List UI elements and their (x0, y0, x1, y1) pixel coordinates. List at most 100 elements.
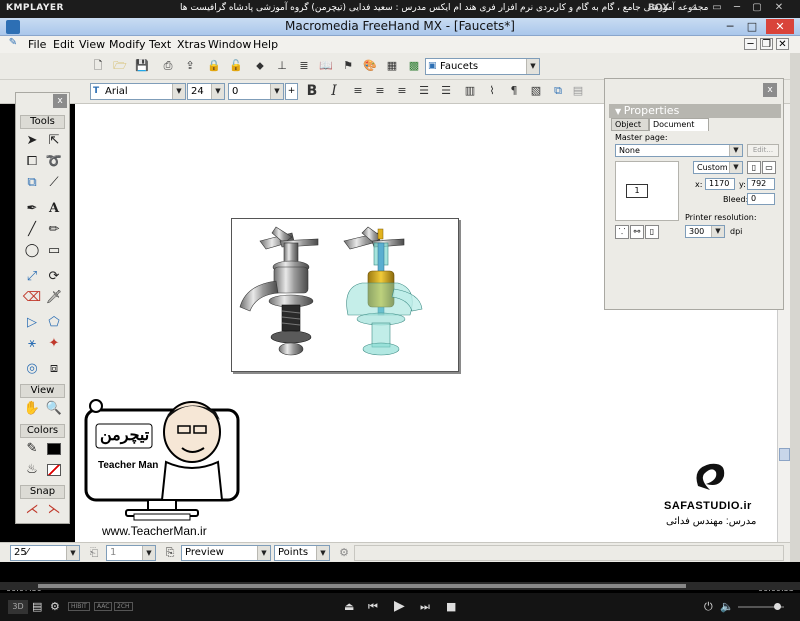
snap-to-guide-icon[interactable]: ⋋ (44, 500, 64, 519)
color-mixer-icon[interactable]: 🎨 (362, 58, 378, 74)
bold-button[interactable]: B (304, 83, 320, 99)
attach-to-path-icon[interactable]: ⌇ (484, 83, 500, 99)
swatches-icon[interactable]: ▩ (406, 58, 422, 74)
tab-document[interactable]: Document (649, 118, 709, 131)
landscape-orientation-icon[interactable]: ▭ (762, 161, 776, 174)
chevron-down-icon[interactable]: ▼ (711, 226, 724, 237)
view-mode-select[interactable]: Preview ▼ (181, 545, 271, 561)
document-icon[interactable]: ✎ (6, 36, 20, 50)
align-left-icon[interactable]: ≡ (350, 83, 366, 99)
master-page-select[interactable]: None ▼ (615, 144, 743, 157)
tints-icon[interactable]: ▦ (384, 58, 400, 74)
pencil-tool-icon[interactable]: ✏ (44, 220, 64, 239)
fill-color-swatch[interactable] (44, 460, 64, 479)
stroke-color-swatch[interactable] (44, 439, 64, 458)
tab-object[interactable]: Object (611, 118, 649, 131)
units-select[interactable]: Points ▼ (274, 545, 330, 561)
reflect-tool-icon[interactable]: ⤢ (22, 267, 42, 286)
properties-header[interactable]: ▼ Properties (609, 104, 781, 118)
menu-file[interactable]: File (28, 38, 46, 51)
italic-button[interactable]: I (326, 83, 342, 99)
badge-3d[interactable]: 3D (8, 600, 28, 614)
chevron-down-icon[interactable]: ▼ (142, 546, 155, 560)
zoom-select[interactable]: 25⁄ ▼ (10, 545, 80, 561)
chevron-down-icon[interactable]: ▼ (526, 59, 539, 74)
force-justify-icon[interactable]: ☰ (438, 83, 454, 99)
document-select[interactable]: ▣ Faucets ▼ (425, 58, 540, 75)
new-document-icon[interactable]: 🗋 (90, 58, 106, 74)
pen-tool-icon[interactable]: ✒ (22, 199, 42, 218)
chevron-down-icon[interactable]: ▼ (257, 546, 270, 560)
seek-bar[interactable] (0, 582, 800, 590)
volume-knob[interactable] (774, 603, 781, 610)
page-thumbnail-area[interactable]: 1 (615, 161, 679, 221)
menu-text[interactable]: Text (149, 38, 171, 51)
chevron-down-icon[interactable]: ▼ (316, 546, 329, 560)
perspective-tool-icon[interactable]: ⬠ (44, 313, 64, 332)
add-page-icon[interactable]: ⸪ (615, 225, 629, 239)
transform-icon[interactable]: ⬥ (252, 58, 268, 74)
align-center-icon[interactable]: ≡ (372, 83, 388, 99)
convert-to-paths-icon[interactable]: ▧ (528, 83, 544, 99)
chevron-down-icon[interactable]: ▼ (66, 546, 79, 560)
zoom-tool-icon[interactable]: 🔍 (44, 399, 64, 418)
thumbnail-view-icon[interactable]: ▯ (645, 225, 659, 239)
chevron-down-icon[interactable]: ▼ (211, 84, 224, 99)
speaker-icon[interactable]: 🔈 (720, 600, 734, 613)
player-minimize-icon[interactable]: ─ (730, 2, 744, 13)
doc-close-button[interactable]: ✕ (776, 38, 789, 50)
flow-inside-path-icon[interactable]: ⧉ (550, 83, 566, 99)
edit-master-button[interactable]: Edit... (747, 144, 779, 157)
menu-view[interactable]: View (79, 38, 105, 51)
page-width-field[interactable]: 1170 (705, 178, 735, 190)
eraser-tool-icon[interactable]: ⌫ (22, 288, 42, 307)
page-tool-icon[interactable]: ⧠ (22, 152, 42, 171)
fill-color-icon[interactable]: ♨ (22, 460, 42, 479)
line-tool-icon[interactable]: ╱ (22, 220, 42, 239)
open-icon[interactable]: 🗁 (112, 58, 128, 74)
menu-window[interactable]: Window (208, 38, 251, 51)
faucets-artwork[interactable] (231, 218, 459, 372)
next-icon[interactable]: ⏭ (420, 600, 430, 614)
volume-slider[interactable] (738, 603, 784, 610)
play-icon[interactable]: ▶ (394, 598, 405, 614)
player-box-label[interactable]: BOX (648, 3, 669, 13)
hand-tool-icon[interactable]: ✋ (22, 399, 42, 418)
scrollbar-thumb[interactable] (779, 448, 790, 461)
rectangle-tool-icon[interactable]: ▭ (44, 241, 64, 260)
previous-icon[interactable]: ⏮ (368, 600, 378, 614)
ellipse-tool-icon[interactable]: ◯ (22, 241, 42, 260)
page-number-select[interactable]: 1 ▼ (106, 545, 156, 561)
chevron-down-icon[interactable]: ▼ (270, 84, 283, 99)
tools-panel-close[interactable]: x (53, 94, 67, 108)
settings-gear-icon[interactable]: ⚙ (50, 600, 60, 613)
minimize-button[interactable]: ─ (720, 19, 740, 34)
fast-display-icon[interactable]: ⚙ (336, 545, 352, 561)
save-icon[interactable]: 💾 (134, 58, 150, 74)
extrude-tool-icon[interactable]: ▷ (22, 313, 42, 332)
chevron-down-icon[interactable]: ▼ (729, 145, 742, 156)
close-button[interactable]: ✕ (766, 19, 794, 34)
eyedropper-tool-icon[interactable]: ✦ (44, 334, 64, 353)
page-size-select[interactable]: Custom ▼ (693, 161, 743, 174)
unlock-icon[interactable]: 🔓 (228, 58, 244, 74)
font-family-select[interactable]: T Arial ▼ (90, 83, 186, 100)
menu-help[interactable]: Help (253, 38, 278, 51)
properties-close-button[interactable]: x (763, 83, 777, 97)
library-icon[interactable]: 📖 (318, 58, 334, 74)
menu-modify[interactable]: Modify (109, 38, 145, 51)
eject-icon[interactable]: ⏏ (344, 600, 354, 613)
crop-tool-icon[interactable]: ⟋ (44, 173, 64, 192)
lasso-tool-icon[interactable]: ➰ (44, 152, 64, 171)
previous-page-icon[interactable]: ⎗ (86, 545, 102, 561)
font-size-select[interactable]: 24 ▼ (187, 83, 225, 100)
chevron-down-icon[interactable]: ▼ (172, 84, 185, 99)
menu-xtras[interactable]: Xtras (177, 38, 206, 51)
pin-icon[interactable]: ⊿ (686, 2, 700, 13)
page-options-icon[interactable]: ⚯ (630, 225, 644, 239)
chevron-down-icon[interactable]: ▼ (729, 162, 742, 173)
lock-icon[interactable]: 🔒 (206, 58, 222, 74)
next-page-icon[interactable]: ⎘ (162, 545, 178, 561)
stop-icon[interactable]: ■ (446, 600, 456, 613)
trace-tool-icon[interactable]: ◎ (22, 359, 42, 378)
